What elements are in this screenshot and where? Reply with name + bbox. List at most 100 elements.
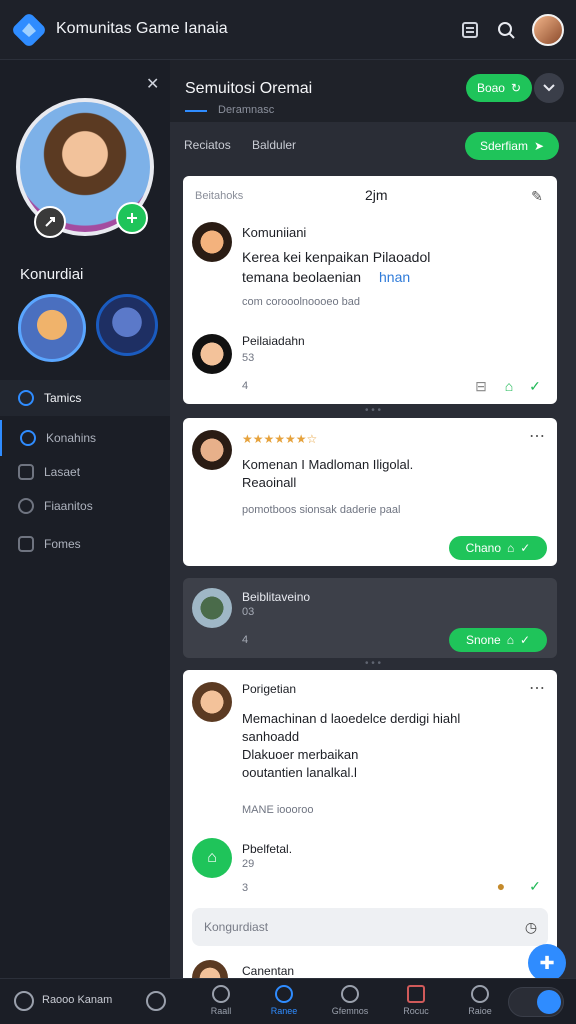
post-text: Dlakuoer merbaikan bbox=[242, 747, 359, 762]
sidebar-item-lasaet[interactable]: Lasaet bbox=[0, 454, 170, 490]
sidebar-item-fiaanitos[interactable]: Fiaanitos bbox=[0, 488, 170, 524]
sidebar-item-label: Fiaanitos bbox=[44, 499, 93, 513]
avatar[interactable] bbox=[192, 588, 232, 628]
header-action-button[interactable]: Boao ↻ bbox=[466, 74, 532, 102]
add-friend-button[interactable] bbox=[116, 202, 148, 234]
search-icon[interactable] bbox=[494, 18, 518, 42]
filter-action-label: Sderfiam bbox=[479, 139, 528, 153]
rocket-icon bbox=[275, 985, 293, 1003]
bottom-nav-item[interactable]: Raioe bbox=[450, 985, 510, 1021]
post-text: Reaoinall bbox=[242, 475, 297, 490]
filter-action-button[interactable]: Sderfiam ➤ bbox=[465, 132, 559, 160]
chevron-down-icon[interactable] bbox=[534, 73, 564, 103]
join-button[interactable]: Chano ⌂ ✓ bbox=[449, 536, 547, 560]
post-text: temana beolaenian bbox=[242, 269, 362, 285]
tools-button[interactable] bbox=[34, 206, 66, 238]
avatar[interactable] bbox=[192, 334, 232, 374]
post-meta: pomotboos sionsak daderie paal bbox=[242, 504, 401, 516]
sidebar-item-label: Lasaet bbox=[44, 465, 81, 479]
calendar-icon bbox=[407, 985, 425, 1003]
tab-underline bbox=[185, 110, 207, 112]
post-meta: 03 bbox=[242, 606, 255, 618]
comment-input[interactable]: Kongurdiast bbox=[192, 908, 548, 946]
circle-icon bbox=[18, 390, 34, 406]
sidebar-item-konahins[interactable]: Konahins bbox=[0, 420, 170, 456]
avatar[interactable] bbox=[192, 222, 232, 262]
gamepad-icon: ⌂ bbox=[506, 633, 514, 647]
emoji-icon[interactable]: ● bbox=[493, 878, 509, 894]
wrench-icon[interactable] bbox=[146, 991, 166, 1011]
join-button-label: Chano bbox=[465, 541, 502, 555]
bottom-nav-item[interactable]: Ranee bbox=[254, 985, 314, 1021]
bottom-nav-label: Raioe bbox=[468, 1006, 492, 1016]
top-bar: Komunitas Game Ianaia bbox=[0, 0, 576, 60]
filter-tab[interactable]: Balduler bbox=[252, 138, 296, 152]
sidebar-item-fomes[interactable]: Fomes bbox=[0, 526, 170, 562]
header-action-label: Boao bbox=[476, 81, 505, 95]
reply-meta: 53 bbox=[242, 352, 255, 364]
user-avatar[interactable] bbox=[532, 14, 564, 46]
check-circle-icon bbox=[20, 430, 36, 446]
app-title: Komunitas Game Ianaia bbox=[56, 20, 228, 37]
post-text: Memachinan d laoedelce derdigi hiahl bbox=[242, 711, 461, 726]
filter-tab[interactable]: Reciatos bbox=[184, 138, 231, 152]
sidebar: ✕ Konurdiai Tamics Konahins Lasaet Fiaan… bbox=[0, 60, 170, 978]
bell-icon bbox=[471, 985, 489, 1003]
list-icon[interactable] bbox=[458, 18, 482, 42]
check-icon[interactable]: ✓ bbox=[527, 878, 543, 894]
post-text: sanhoadd bbox=[242, 729, 300, 744]
post-card: Beiblitaveino 03 4 Snone ⌂ ✓ bbox=[183, 578, 557, 658]
separator: • • • bbox=[364, 658, 382, 669]
rating-stars: ★★★★★★☆ bbox=[242, 432, 318, 446]
profile-icon[interactable] bbox=[14, 991, 34, 1011]
compose-fab[interactable]: ✚ bbox=[528, 944, 566, 982]
post-count: 4 bbox=[242, 634, 249, 646]
join-button[interactable]: Snone ⌂ ✓ bbox=[449, 628, 547, 652]
sidebar-item-label: Fomes bbox=[44, 537, 81, 551]
gamepad-icon: ⌂ bbox=[507, 541, 515, 555]
profile-label: Raooo Kanam bbox=[42, 994, 113, 1006]
edit-icon[interactable]: ✎ bbox=[529, 188, 545, 204]
friend-avatar[interactable] bbox=[96, 294, 158, 356]
app-logo-icon[interactable] bbox=[12, 13, 46, 47]
main-header: Semuitosi Oremai Deramnasc Boao ↻ bbox=[170, 60, 576, 122]
chat-toggle[interactable] bbox=[508, 987, 564, 1017]
post-meta: MANE ioooroo bbox=[242, 804, 314, 816]
page-title: Semuitosi Oremai bbox=[185, 80, 313, 97]
post-author: Beiblitaveino bbox=[242, 590, 311, 604]
post-text: Komenan I Madloman Iligolal. bbox=[242, 457, 414, 472]
post-text: ooutantien lanalkal.l bbox=[242, 765, 357, 780]
post-card: ★★★★★★☆ ⋯ Komenan I Madloman Iligolal. R… bbox=[183, 418, 557, 566]
more-icon[interactable]: ⋯ bbox=[529, 680, 545, 698]
bottom-nav-item[interactable]: Rocuc bbox=[386, 985, 446, 1021]
avatar[interactable] bbox=[192, 430, 232, 470]
post-card: Beitahoks 2jm ✎ Komuniiani Kerea kei ken… bbox=[183, 176, 557, 404]
sidebar-item-label: Tamics bbox=[44, 391, 82, 405]
reply-author: Peilaiadahn bbox=[242, 334, 305, 348]
post-text: Kerea kei kenpaikan Pilaoadol bbox=[242, 249, 431, 265]
friend-avatar[interactable] bbox=[18, 294, 86, 362]
more-icon[interactable]: ⋯ bbox=[529, 428, 545, 446]
chat-icon bbox=[537, 990, 561, 1014]
check-icon: ✓ bbox=[520, 541, 531, 555]
post-label: Beitahoks bbox=[195, 190, 244, 202]
check-icon[interactable]: ✓ bbox=[527, 378, 543, 394]
post-author: Porigetian bbox=[242, 682, 297, 696]
clock-icon[interactable]: ◷ bbox=[523, 919, 539, 935]
bottom-nav-item[interactable]: Raall bbox=[191, 985, 251, 1021]
post-author: Komuniiani bbox=[242, 225, 307, 240]
bottom-nav-item[interactable]: Gfemnos bbox=[320, 985, 380, 1021]
tag-icon[interactable]: ⊟ bbox=[473, 378, 489, 394]
gamepad-icon[interactable]: ⌂ bbox=[192, 838, 232, 878]
avatar[interactable] bbox=[192, 682, 232, 722]
send-icon: ➤ bbox=[533, 139, 545, 153]
bottom-nav-label: Gfemnos bbox=[331, 1006, 369, 1016]
profile-name: Konurdiai bbox=[20, 266, 84, 283]
sidebar-item-tamics[interactable]: Tamics bbox=[0, 380, 170, 416]
reply-meta: 29 bbox=[242, 858, 255, 870]
post-meta: com corooolnoooeo bad bbox=[242, 296, 361, 308]
close-icon[interactable]: ✕ bbox=[146, 74, 159, 94]
image-icon bbox=[18, 536, 34, 552]
gamepad-icon[interactable]: ⌂ bbox=[501, 378, 517, 394]
bottom-nav: Raooo Kanam Raall Ranee Gfemnos Rocuc Ra… bbox=[0, 978, 576, 1024]
